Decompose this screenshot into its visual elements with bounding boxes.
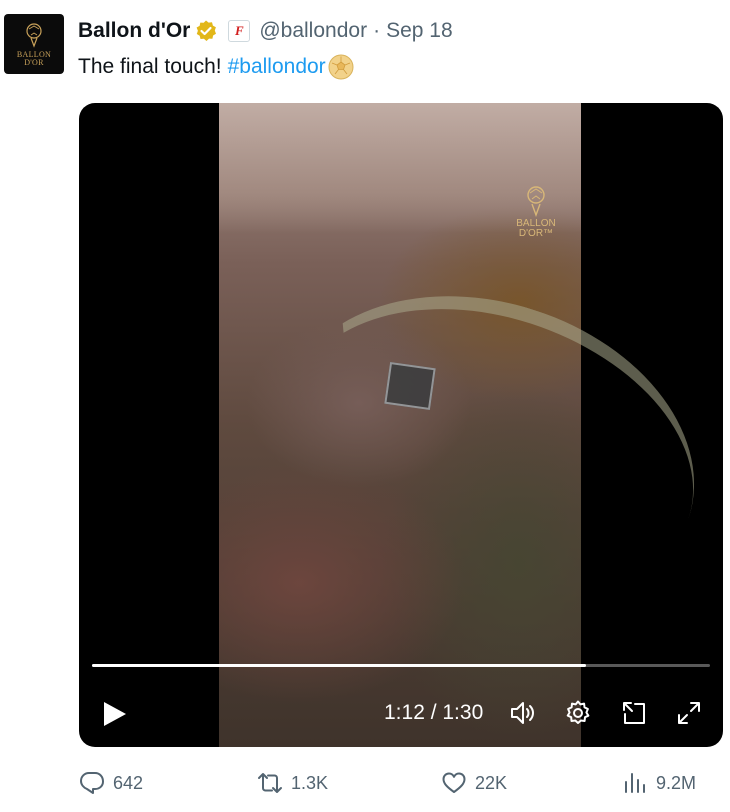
tweet-header: Ballon d'Or F @ballondor · Sep 18: [78, 16, 453, 46]
video-clasp: [384, 362, 436, 410]
reply-button[interactable]: 642: [79, 766, 143, 800]
avatar-label: BALLON D'OR: [16, 49, 52, 67]
reply-count: 642: [113, 772, 144, 793]
video-controls: 1:12 / 1:30: [79, 691, 723, 735]
hashtag-link[interactable]: #ballondor: [228, 55, 326, 79]
video-trophy-rim: [242, 245, 723, 661]
dock-icon[interactable]: [620, 699, 648, 727]
tweet-body: The final touch!: [78, 55, 222, 78]
video-progress-bar[interactable]: [92, 664, 710, 667]
soccer-ball-emoji-icon: [328, 54, 354, 80]
like-count: 22K: [475, 772, 508, 793]
reply-icon: [80, 772, 104, 794]
separator-dot: ·: [373, 19, 381, 42]
heart-icon: [442, 772, 466, 793]
watermark-label: BALLON D'OR™: [516, 218, 556, 239]
video-watermark: BALLON D'OR™: [511, 183, 561, 239]
retweet-icon: [258, 773, 282, 793]
ballon-dor-trophy-icon: [26, 22, 42, 48]
affiliate-badge-letter: F: [235, 23, 244, 38]
like-button[interactable]: 22K: [441, 766, 507, 800]
timestamp[interactable]: Sep 18: [386, 19, 453, 43]
tweet-text: The final touch! #ballondor: [78, 54, 354, 80]
video-progress-fill: [92, 664, 587, 667]
avatar[interactable]: BALLON D'OR: [4, 14, 64, 74]
video-frame[interactable]: BALLON D'OR™: [219, 103, 723, 747]
play-icon[interactable]: [99, 699, 129, 729]
verified-badge-icon[interactable]: [194, 19, 218, 43]
fullscreen-icon[interactable]: [675, 699, 703, 727]
video-time: 1:12 / 1:30: [384, 701, 484, 724]
settings-gear-icon[interactable]: [564, 699, 592, 727]
retweet-count: 1.3K: [291, 772, 329, 793]
volume-icon[interactable]: [509, 699, 537, 727]
handle[interactable]: @ballondor: [259, 19, 367, 43]
video-player[interactable]: BALLON D'OR™ 1:12 / 1:30: [79, 103, 723, 747]
view-count: 9.2M: [656, 772, 697, 793]
display-name[interactable]: Ballon d'Or: [78, 19, 190, 43]
tweet: BALLON D'OR Ballon d'Or F @ballondor · S…: [0, 0, 730, 812]
tweet-actions: 642 1.3K 22K 9.2M: [79, 766, 723, 800]
retweet-button[interactable]: 1.3K: [257, 766, 328, 800]
ballon-dor-watermark-icon: [527, 186, 545, 217]
affiliate-badge-icon[interactable]: F: [228, 20, 251, 42]
views-button[interactable]: 9.2M: [622, 766, 696, 800]
analytics-icon: [625, 773, 645, 793]
